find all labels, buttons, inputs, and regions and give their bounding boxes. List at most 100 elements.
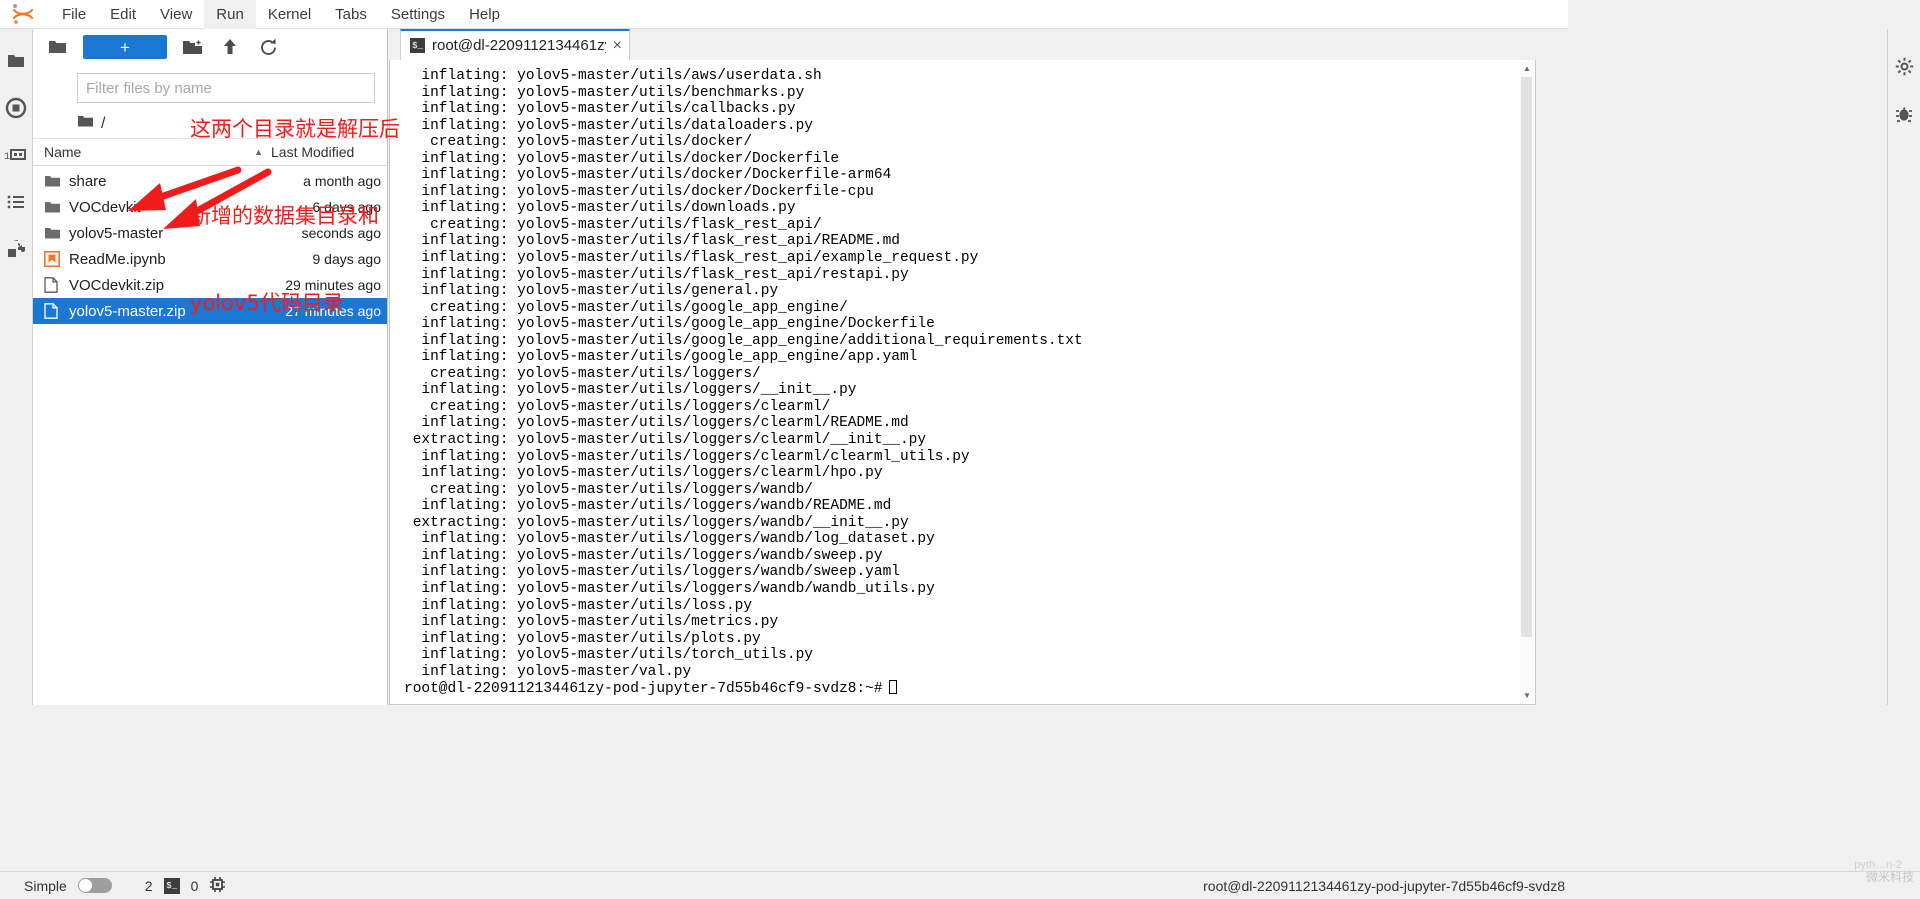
new-launcher-button[interactable]: + (83, 35, 167, 59)
file-name: VOCdevkit.zip (69, 276, 165, 294)
terminal-line: inflating: yolov5-master/utils/general.p… (404, 283, 779, 300)
terminal-icon[interactable]: $_ (163, 877, 180, 894)
file-last-modified: 27 minutes ago (285, 303, 381, 319)
sidebar-item-extensions[interactable] (0, 225, 33, 272)
terminal-line: inflating: yolov5-master/utils/flask_res… (404, 233, 900, 250)
simple-mode-label: Simple (24, 877, 67, 894)
column-header-name[interactable]: Name ▲ (44, 144, 271, 160)
terminal-scrollbar[interactable]: ▲ ▼ (1520, 61, 1534, 702)
terminal-line: extracting: yolov5-master/utils/loggers/… (404, 514, 909, 531)
file-last-modified: seconds ago (301, 225, 381, 241)
scroll-down-icon[interactable]: ▼ (1520, 688, 1534, 702)
scroll-up-icon[interactable]: ▲ (1520, 61, 1534, 75)
terminal-line: inflating: yolov5-master/utils/plots.py (404, 630, 761, 647)
terminal-line: inflating: yolov5-master/utils/loggers/c… (404, 448, 970, 465)
file-name: ReadMe.ipynb (69, 250, 166, 268)
status-bar-session-label: root@dl-2209112134461zy-pod-jupyter-7d55… (1203, 877, 1565, 894)
file-list: share a month ago VOCdevkit 6 days ago yolov… (33, 166, 387, 324)
menu-item-settings[interactable]: Settings (379, 0, 457, 29)
watermark-sub-text: pyth…n-2 (1854, 859, 1902, 871)
menu-item-list: File Edit View Run Kernel Tabs Settings … (50, 0, 512, 29)
new-folder-button[interactable] (179, 35, 205, 59)
menu-item-edit[interactable]: Edit (98, 0, 148, 29)
terminal-line: inflating: yolov5-master/utils/loggers/w… (404, 564, 900, 581)
menu-item-view[interactable]: View (148, 0, 204, 29)
refresh-button[interactable] (255, 35, 281, 59)
terminal-output[interactable]: inflating: yolov5-master/utils/aws/userd… (390, 60, 1520, 703)
sort-ascending-icon: ▲ (254, 147, 263, 157)
terminal-line: inflating: yolov5-master/utils/loggers/w… (404, 531, 935, 548)
terminal-prompt-line: root@dl-2209112134461zy-pod-jupyter-7d55… (404, 680, 1520, 698)
terminal-line: inflating: yolov5-master/utils/loggers/_… (404, 382, 857, 399)
terminal-line: inflating: yolov5-master/utils/callbacks… (404, 101, 796, 118)
terminal-panel[interactable]: inflating: yolov5-master/utils/aws/userd… (389, 60, 1536, 705)
terminal-line: inflating: yolov5-master/utils/loggers/w… (404, 498, 892, 515)
menu-item-help[interactable]: Help (457, 0, 512, 29)
terminal-line: inflating: yolov5-master/utils/dataloade… (404, 117, 813, 134)
file-last-modified: a month ago (303, 173, 381, 189)
upload-button[interactable] (217, 35, 243, 59)
tab-terminal[interactable]: $_ root@dl-2209112134461zy × (400, 29, 630, 60)
menu-item-file[interactable]: File (50, 0, 98, 29)
file-list-item[interactable]: yolov5-master.zip 27 minutes ago (33, 298, 387, 324)
simple-mode-toggle[interactable] (77, 878, 112, 893)
terminal-line: creating: yolov5-master/utils/docker/ (404, 134, 753, 151)
terminal-line: inflating: yolov5-master/utils/docker/Do… (404, 167, 892, 184)
debugger-icon[interactable] (1888, 90, 1920, 137)
file-browser-toolbar: + (33, 29, 387, 65)
terminal-line: inflating: yolov5-master/utils/flask_res… (404, 250, 979, 267)
menu-bar: File Edit View Run Kernel Tabs Settings … (0, 0, 1568, 29)
sidebar-item-running[interactable] (0, 84, 33, 131)
main-dock-area: $_ root@dl-2209112134461zy × inflating: … (389, 29, 1536, 705)
file-list-item[interactable]: VOCdevkit.zip 29 minutes ago (33, 272, 387, 298)
file-list-item[interactable]: yolov5-master seconds ago (33, 220, 387, 246)
close-icon[interactable]: × (613, 37, 622, 54)
scrollbar-thumb[interactable] (1521, 77, 1532, 637)
terminal-line: inflating: yolov5-master/utils/loggers/c… (404, 465, 883, 482)
terminal-line: inflating: yolov5-master/val.py (404, 663, 692, 680)
file-list-item[interactable]: VOCdevkit 6 days ago (33, 194, 387, 220)
folder-icon (77, 114, 94, 133)
terminal-line: inflating: yolov5-master/utils/loss.py (404, 597, 753, 614)
terminal-line: inflating: yolov5-master/utils/google_ap… (404, 316, 935, 333)
search-input[interactable] (86, 79, 366, 97)
file-last-modified: 6 days ago (312, 199, 382, 215)
jupyterlab-window: File Edit View Run Kernel Tabs Settings … (0, 0, 1920, 899)
terminal-line: inflating: yolov5-master/utils/loggers/w… (404, 547, 883, 564)
property-inspector-icon[interactable] (1888, 43, 1920, 90)
menu-item-tabs[interactable]: Tabs (323, 0, 379, 29)
file-list-item[interactable]: ReadMe.ipynb 9 days ago (33, 246, 387, 272)
kernel-icon[interactable] (209, 876, 226, 896)
folder-icon (43, 39, 71, 55)
terminal-line: creating: yolov5-master/utils/loggers/cl… (404, 398, 831, 415)
status-bar: Simple 2 $_ 0 root@dl-2209112134461zy-po… (0, 871, 1920, 899)
terminal-icon: $_ (410, 38, 425, 53)
jupyter-logo-icon (4, 0, 42, 29)
terminal-line: inflating: yolov5-master/utils/metrics.p… (404, 614, 779, 631)
menu-item-kernel[interactable]: Kernel (256, 0, 323, 29)
breadcrumb-root[interactable]: / (101, 115, 105, 133)
file-browser-panel: + Filter files by name / Name ▲ Last Mod… (33, 29, 388, 705)
terminal-line: creating: yolov5-master/utils/flask_rest… (404, 216, 822, 233)
terminal-line: inflating: yolov5-master/utils/aws/userd… (404, 68, 822, 84)
file-name: yolov5-master (69, 224, 164, 242)
menu-item-run[interactable]: Run (204, 0, 256, 29)
left-activity-bar: 1 (0, 29, 33, 705)
status-bar-left: Simple 2 $_ 0 (0, 876, 226, 896)
folder-icon (44, 226, 69, 240)
tab-bar: $_ root@dl-2209112134461zy × (389, 29, 1536, 60)
terminal-count: 0 (190, 877, 199, 894)
terminal-line: inflating: yolov5-master/utils/flask_res… (404, 266, 909, 283)
tab-title: root@dl-2209112134461zy (432, 37, 606, 54)
sidebar-item-kernels[interactable]: 1 (0, 131, 33, 178)
sidebar-item-table-of-contents[interactable] (0, 178, 33, 225)
terminal-prompt: root@dl-2209112134461zy-pod-jupyter-7d55… (404, 681, 883, 698)
file-list-item[interactable]: share a month ago (33, 168, 387, 194)
folder-icon (44, 200, 69, 214)
filter-files-field[interactable] (77, 73, 375, 103)
sidebar-item-file-browser[interactable] (0, 37, 33, 84)
column-header-last-modified[interactable]: Last Modified (271, 144, 387, 160)
file-name: share (69, 172, 107, 190)
file-icon (44, 277, 69, 293)
terminal-line: inflating: yolov5-master/utils/loggers/c… (404, 415, 909, 432)
